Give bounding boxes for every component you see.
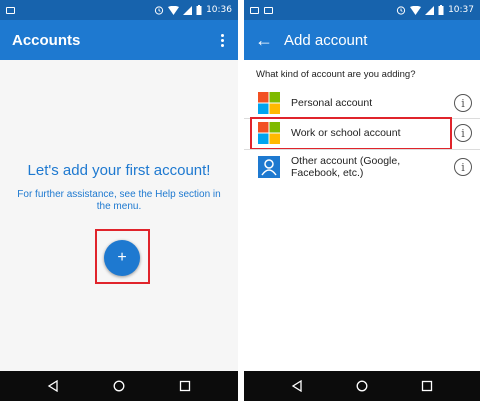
- wifi-icon: [168, 5, 180, 15]
- home-nav-icon[interactable]: [342, 371, 382, 401]
- empty-state-help-text: For further assistance, see the Help sec…: [17, 189, 221, 212]
- recents-nav-icon[interactable]: [407, 371, 447, 401]
- recents-nav-icon[interactable]: [165, 371, 205, 401]
- plus-icon: +: [117, 249, 127, 266]
- wifi-icon: [410, 5, 422, 15]
- status-bar: 10:36: [0, 0, 238, 20]
- overflow-menu-icon[interactable]: [210, 20, 234, 60]
- signal-icon: [183, 5, 193, 15]
- account-option-personal[interactable]: Personal account i: [244, 88, 480, 118]
- add-account-button[interactable]: +: [104, 240, 140, 276]
- mail-notification-icon: [264, 6, 273, 14]
- battery-icon: [196, 5, 202, 15]
- add-account-screen: 10:37 ← Add account What kind of account…: [244, 0, 480, 401]
- mail-notification-icon: [6, 6, 15, 14]
- status-time: 10:37: [448, 5, 474, 15]
- info-icon[interactable]: i: [454, 158, 472, 176]
- accounts-screen: 10:36 Accounts Let's add your first acco…: [0, 0, 238, 401]
- person-icon: [258, 156, 280, 178]
- battery-icon: [438, 5, 444, 15]
- alarm-icon: [396, 6, 406, 15]
- back-nav-icon[interactable]: [33, 371, 73, 401]
- account-option-label: Other account (Google, Facebook, etc.): [291, 155, 401, 179]
- microsoft-logo-icon: [258, 92, 280, 114]
- back-arrow-icon[interactable]: ←: [244, 20, 284, 60]
- status-time: 10:36: [206, 5, 232, 15]
- empty-state-heading: Let's add your first account!: [27, 162, 211, 179]
- account-type-question: What kind of account are you adding?: [256, 69, 416, 80]
- alarm-icon: [154, 6, 164, 15]
- signal-icon: [425, 5, 435, 15]
- page-title: Accounts: [12, 31, 81, 49]
- back-nav-icon[interactable]: [277, 371, 317, 401]
- account-option-other[interactable]: Other account (Google, Facebook, etc.) i: [244, 151, 480, 183]
- navigation-bar: [0, 371, 238, 401]
- home-nav-icon[interactable]: [99, 371, 139, 401]
- app-bar: Accounts: [0, 20, 238, 60]
- account-option-label: Personal account: [291, 97, 373, 109]
- app-bar: ← Add account: [244, 20, 480, 60]
- info-icon[interactable]: i: [454, 94, 472, 112]
- info-icon[interactable]: i: [454, 124, 472, 142]
- divider: [244, 149, 480, 150]
- image-notification-icon: [250, 6, 259, 14]
- highlight-box: [250, 117, 452, 150]
- navigation-bar: [244, 371, 480, 401]
- page-title: Add account: [284, 31, 368, 49]
- status-bar: 10:37: [244, 0, 480, 20]
